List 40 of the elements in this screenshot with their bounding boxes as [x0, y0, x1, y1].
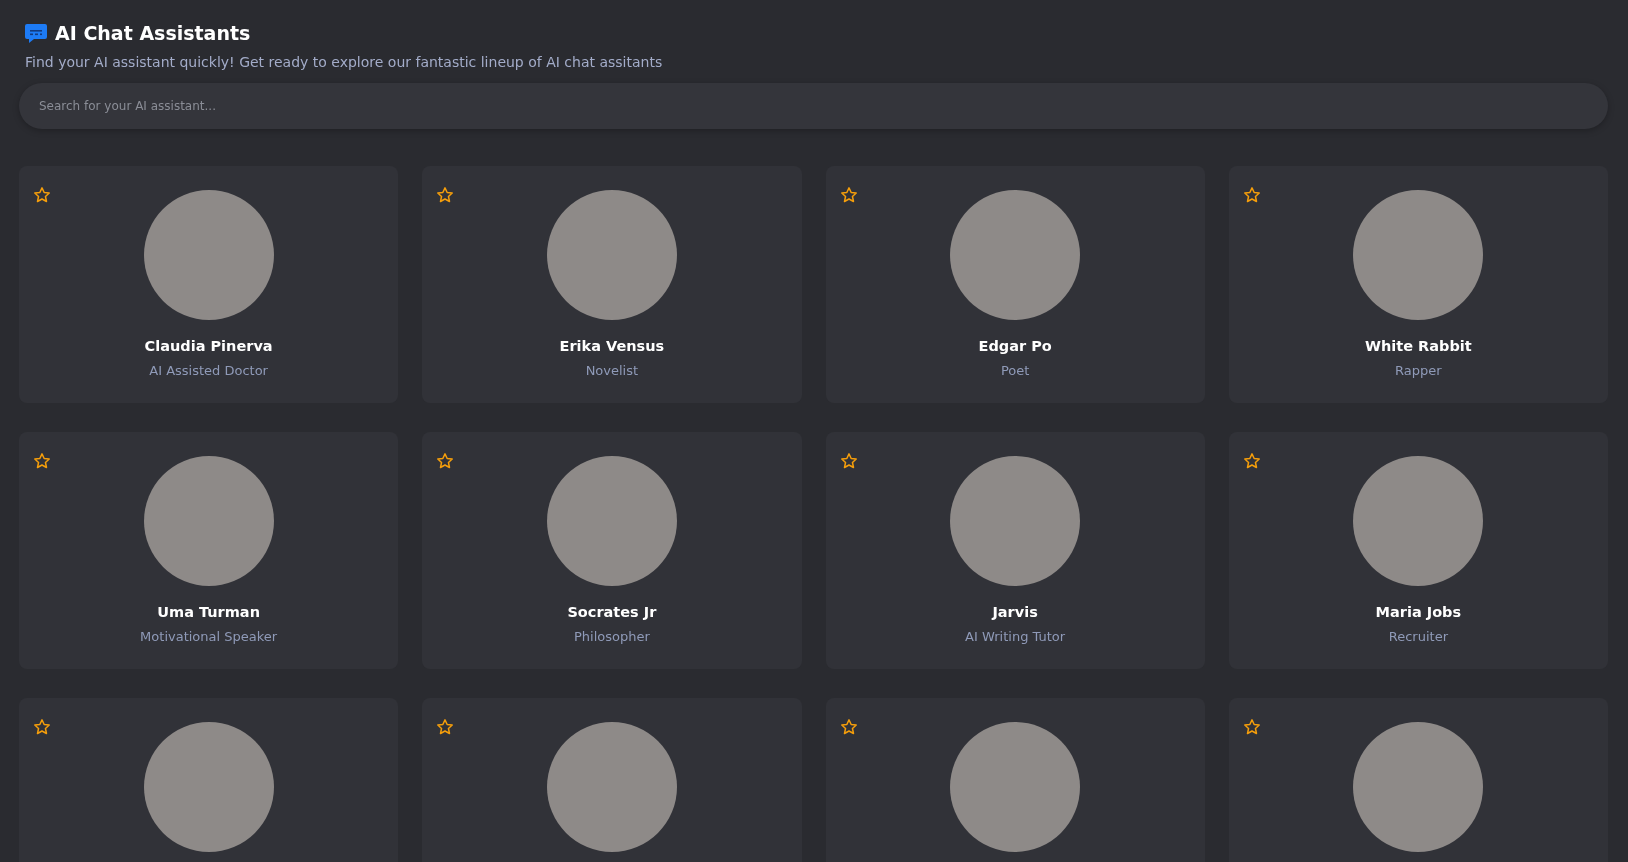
assistant-card[interactable]: Claudia Pinerva AI Assisted Doctor — [19, 166, 399, 403]
assistant-name: Socrates Jr — [567, 604, 657, 620]
assistant-role: Novelist — [585, 363, 639, 378]
page-title: AI Chat Assistants — [55, 22, 251, 44]
assistant-role: Poet — [1000, 363, 1030, 378]
assistant-card[interactable]: Jarvis AI Writing Tutor — [825, 432, 1205, 669]
assistant-role: Recruiter — [1388, 629, 1448, 644]
assistant-role: Motivational Speaker — [140, 629, 278, 644]
star-icon[interactable] — [1242, 452, 1261, 470]
assistant-name: Edgar Po — [978, 338, 1052, 354]
assistant-card[interactable]: Socrates Jr Philosopher — [422, 432, 802, 669]
star-icon[interactable] — [1242, 186, 1261, 204]
search-field[interactable]: Search for your AI assistant... — [19, 83, 1608, 129]
star-icon[interactable] — [33, 452, 51, 470]
assistant-name: Jarvis — [992, 604, 1038, 620]
chat-icon — [25, 22, 47, 44]
star-icon[interactable] — [33, 718, 51, 736]
assistant-name: Maria Jobs — [1375, 604, 1462, 620]
star-icon[interactable] — [1242, 718, 1261, 736]
star-icon[interactable] — [839, 452, 858, 470]
star-icon[interactable] — [436, 718, 455, 736]
star-icon[interactable] — [436, 186, 455, 204]
assistant-name: Uma Turman — [157, 604, 260, 620]
star-icon[interactable] — [33, 186, 51, 204]
assistant-role: AI Assisted Doctor — [149, 363, 268, 378]
assistant-name: White Rabbit — [1365, 338, 1472, 354]
assistant-role: AI Writing Tutor — [965, 629, 1066, 644]
assistant-card[interactable]: Maria Jobs Recruiter — [1228, 432, 1608, 669]
assistant-card[interactable]: Uma Turman Motivational Speaker — [19, 432, 399, 669]
assistant-card[interactable]: White Rabbit Rapper — [1228, 166, 1608, 403]
star-icon[interactable] — [839, 186, 858, 204]
assistant-name: Claudia Pinerva — [144, 338, 273, 354]
star-icon[interactable] — [436, 452, 455, 470]
assistant-card[interactable]: Erika Vensus Novelist — [422, 166, 802, 403]
assistant-role: Rapper — [1395, 363, 1442, 378]
assistant-role: Philosopher — [573, 629, 650, 644]
assistant-card[interactable]: Edgar Po Poet — [825, 166, 1205, 403]
assistant-name: Erika Vensus — [559, 338, 665, 354]
page-subtitle: Find your AI assistant quickly! Get ready to explore our fantastic lineup of AI chat assitants — [25, 54, 664, 70]
star-icon[interactable] — [839, 718, 858, 736]
